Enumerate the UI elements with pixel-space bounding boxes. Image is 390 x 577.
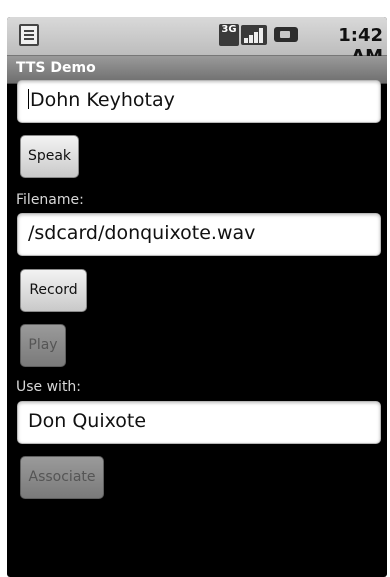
status-bar: 3G 1:42 AM bbox=[7, 17, 387, 67]
network-badge-text: 3G bbox=[221, 24, 237, 35]
notification-icon[interactable] bbox=[19, 24, 39, 46]
record-button[interactable]: Record bbox=[20, 269, 87, 312]
speak-text-value: Dohn Keyhotay bbox=[30, 89, 175, 111]
associate-button[interactable]: Associate bbox=[20, 456, 104, 499]
filename-label: Filename: bbox=[16, 192, 84, 208]
use-with-value: Don Quixote bbox=[28, 410, 147, 432]
speak-text-field[interactable]: Dohn Keyhotay bbox=[17, 80, 381, 123]
speak-button[interactable]: Speak bbox=[20, 135, 79, 178]
use-with-label: Use with: bbox=[16, 379, 82, 395]
use-with-field[interactable]: Don Quixote bbox=[17, 401, 381, 444]
battery-icon bbox=[274, 27, 298, 42]
play-button[interactable]: Play bbox=[20, 324, 66, 367]
text-cursor bbox=[28, 89, 29, 109]
speak-text-value-wrapper: Dohn Keyhotay bbox=[28, 89, 175, 111]
3g-icon: 3G bbox=[219, 24, 239, 46]
filename-field[interactable]: /sdcard/donquixote.wav bbox=[17, 213, 381, 256]
app-title: TTS Demo bbox=[16, 60, 96, 76]
signal-icon bbox=[241, 25, 267, 45]
device-screen: 3G 1:42 AM TTS Demo Dohn Keyhotay Speak … bbox=[7, 17, 387, 577]
filename-value: /sdcard/donquixote.wav bbox=[28, 222, 256, 244]
